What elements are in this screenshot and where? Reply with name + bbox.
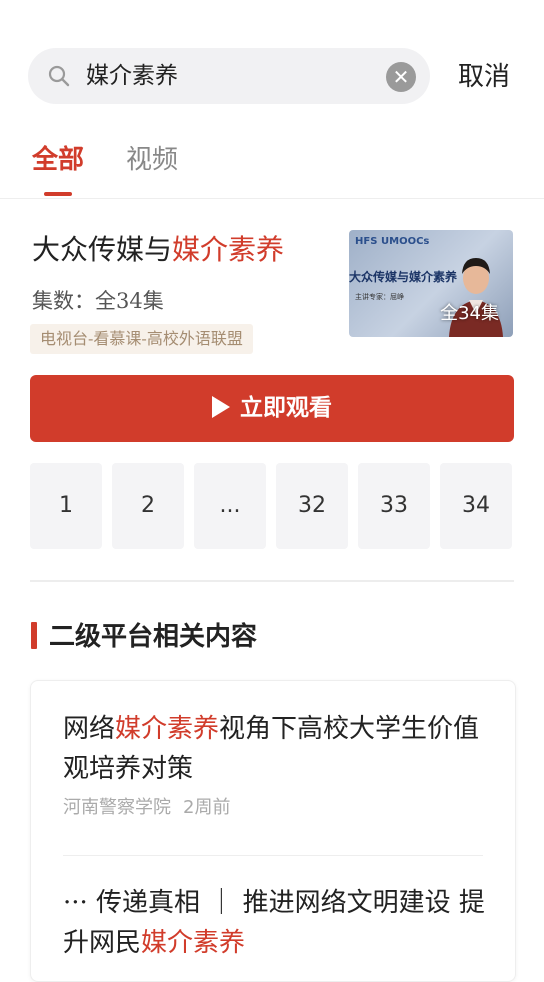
- article-meta: 河南警察学院 2周前: [63, 795, 230, 821]
- article-time: 2周前: [183, 797, 231, 818]
- episode-count: 集数：全34集: [32, 289, 164, 313]
- article-title[interactable]: 网络媒介素养视角下高校大学生价值观培养对策: [63, 709, 493, 789]
- article-title-prefix: 网络: [63, 714, 116, 744]
- active-tab-indicator: [44, 192, 72, 196]
- watch-now-label: 立即观看: [240, 395, 332, 421]
- related-content-card: 网络媒介素养视角下高校大学生价值观培养对策 河南警察学院 2周前 ··· 传递真相…: [30, 680, 516, 982]
- article-source: 河南警察学院: [63, 797, 171, 818]
- clear-icon[interactable]: ✕: [386, 62, 416, 92]
- thumbnail-logo-hfs: HFS: [355, 236, 378, 247]
- search-bar[interactable]: 媒介素养 ✕: [28, 48, 430, 104]
- section-title: 二级平台相关内容: [49, 622, 258, 652]
- thumbnail-subtitle: 主讲专家：屈峥: [355, 293, 404, 301]
- section-divider: [30, 580, 514, 582]
- course-title-prefix: 大众传媒与: [32, 233, 173, 266]
- source-tag: 电视台-看慕课-高校外语联盟: [30, 324, 253, 354]
- article-title-highlight: 媒介素养: [141, 928, 246, 958]
- search-input[interactable]: 媒介素养: [86, 62, 178, 90]
- article-title[interactable]: ··· 传递真相 ｜ 推进网络文明建设 提升网民媒介素养: [63, 883, 493, 963]
- article-title-highlight: 媒介素养: [115, 714, 220, 744]
- search-icon: [48, 65, 70, 87]
- course-title[interactable]: 大众传媒与媒介素养: [32, 230, 284, 270]
- tab-video[interactable]: 视频: [126, 140, 178, 180]
- tab-bar: 全部 视频: [0, 138, 544, 199]
- section-accent-bar: [31, 622, 37, 649]
- episode-button[interactable]: 34: [440, 463, 512, 549]
- article-title-prefix: ··· 传递真相 ｜ 推进网络文明建设 提升网民: [63, 888, 485, 958]
- thumbnail-episode-count: 全34集: [440, 303, 499, 324]
- cancel-button[interactable]: 取消: [458, 60, 510, 94]
- episode-button[interactable]: 1: [30, 463, 102, 549]
- episode-button[interactable]: 2: [112, 463, 184, 549]
- play-icon: [212, 396, 230, 418]
- episode-button[interactable]: 32: [276, 463, 348, 549]
- episode-button[interactable]: 33: [358, 463, 430, 549]
- watch-now-button[interactable]: 立即观看: [30, 375, 514, 442]
- tab-all[interactable]: 全部: [32, 140, 84, 180]
- thumbnail-logo-umoocs: UMOOCs: [381, 236, 430, 247]
- course-title-highlight: 媒介素养: [172, 233, 285, 266]
- thumbnail-title: 大众传媒与媒介素养: [349, 270, 458, 284]
- article-divider: [63, 855, 483, 856]
- episode-list: 1 2 ... 32 33 34: [30, 463, 516, 549]
- course-thumbnail[interactable]: HFS UMOOCs 大众传媒与媒介素养 主讲专家：屈峥 全34集: [349, 230, 513, 337]
- episode-more-button[interactable]: ...: [194, 463, 266, 549]
